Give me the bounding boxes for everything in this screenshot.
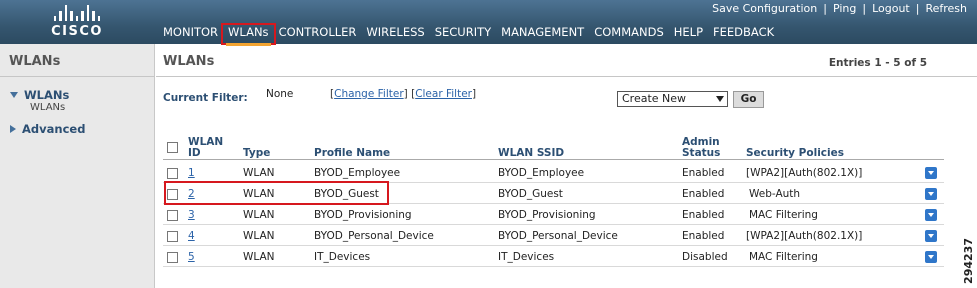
row-checkbox[interactable]	[167, 210, 178, 221]
row-dropdown-icon[interactable]	[925, 209, 937, 221]
divider	[0, 76, 155, 77]
row-checkbox[interactable]	[167, 252, 178, 263]
type-cell: WLAN	[243, 251, 275, 263]
main-nav: MONITOR WLANs CONTROLLER WIRELESS SECURI…	[158, 23, 779, 46]
profile-name-cell: BYOD_Personal_Device	[314, 230, 434, 242]
ssid-cell: BYOD_Personal_Device	[498, 230, 618, 242]
top-header-bar: CISCO Save Configuration | Ping | Logout…	[0, 0, 977, 46]
table-row: 5 WLAN IT_Devices IT_Devices Disabled MA…	[163, 247, 944, 267]
nav-wireless[interactable]: WIRELESS	[361, 25, 429, 43]
column-header-type: Type	[243, 147, 271, 159]
filter-links: [Change Filter] [Clear Filter]	[330, 88, 477, 100]
table-header-row: WLAN ID Type Profile Name WLAN SSID Admi…	[163, 136, 944, 160]
profile-name-cell: BYOD_Employee	[314, 167, 401, 179]
entries-count: Entries 1 - 5 of 5	[828, 57, 927, 69]
security-policies-cell: Web-Auth	[749, 188, 801, 200]
logout-link[interactable]: Logout	[866, 2, 916, 15]
type-cell: WLAN	[243, 209, 275, 221]
profile-name-cell: BYOD_Provisioning	[314, 209, 412, 221]
sidebar-title: WLANs	[9, 54, 61, 69]
column-header-security-policies: Security Policies	[746, 147, 844, 159]
profile-name-cell: IT_Devices	[314, 251, 371, 263]
ssid-cell: BYOD_Employee	[498, 167, 585, 179]
security-policies-cell: MAC Filtering	[749, 251, 818, 263]
table-row: 1 WLAN BYOD_Employee BYOD_Employee Enabl…	[163, 163, 944, 183]
main-content: WLANs Entries 1 - 5 of 5 Current Filter:…	[156, 44, 977, 288]
save-configuration-link[interactable]: Save Configuration	[706, 2, 823, 15]
go-button[interactable]: Go	[733, 91, 764, 108]
sidebar-subitem-wlans[interactable]: WLANs	[30, 102, 65, 113]
security-policies-cell: [WPA2][Auth(802.1X)]	[746, 167, 863, 179]
nav-monitor[interactable]: MONITOR	[158, 25, 223, 43]
nav-commands[interactable]: COMMANDS	[589, 25, 669, 43]
admin-status-cell: Enabled	[682, 188, 725, 200]
expand-triangle-icon	[10, 92, 18, 98]
column-header-wlan-ssid: WLAN SSID	[498, 147, 565, 159]
admin-status-cell: Enabled	[682, 230, 725, 242]
action-select[interactable]: Create New	[617, 91, 728, 107]
security-policies-cell: MAC Filtering	[749, 209, 818, 221]
ping-link[interactable]: Ping	[827, 2, 862, 15]
row-checkbox[interactable]	[167, 231, 178, 242]
nav-security[interactable]: SECURITY	[430, 25, 496, 43]
nav-wlans[interactable]: WLANs	[221, 23, 276, 46]
cisco-logo-bars-icon	[46, 5, 108, 21]
ssid-cell: BYOD_Provisioning	[498, 209, 596, 221]
ssid-cell: BYOD_Guest	[498, 188, 563, 200]
table-row: 3 WLAN BYOD_Provisioning BYOD_Provisioni…	[163, 205, 944, 225]
row-dropdown-icon[interactable]	[925, 167, 937, 179]
sidebar-item-label: WLANs	[24, 88, 70, 102]
nav-management[interactable]: MANAGEMENT	[496, 25, 589, 43]
nav-help[interactable]: HELP	[669, 25, 708, 43]
divider	[156, 76, 977, 77]
row-checkbox[interactable]	[167, 168, 178, 179]
ssid-cell: IT_Devices	[498, 251, 555, 263]
row-dropdown-icon[interactable]	[925, 188, 937, 200]
highlight-box	[164, 181, 389, 205]
sidebar-item-advanced[interactable]: Advanced	[10, 122, 85, 136]
admin-status-cell: Enabled	[682, 209, 725, 221]
admin-status-cell: Enabled	[682, 167, 725, 179]
column-header-profile-name: Profile Name	[314, 147, 391, 159]
nav-feedback[interactable]: FEEDBACK	[708, 25, 779, 43]
type-cell: WLAN	[243, 167, 275, 179]
wlan-id-link[interactable]: 1	[188, 167, 195, 179]
cisco-logo: CISCO	[46, 5, 108, 39]
utility-links: Save Configuration | Ping | Logout | Ref…	[706, 2, 973, 15]
refresh-link[interactable]: Refresh	[919, 2, 973, 15]
column-header-wlan-id: WLAN ID	[188, 136, 224, 159]
row-dropdown-icon[interactable]	[925, 251, 937, 263]
sidebar-item-label: Advanced	[22, 122, 86, 136]
column-header-admin-status: Admin Status	[682, 136, 721, 159]
figure-number: 294237	[962, 238, 975, 284]
collapse-triangle-icon	[10, 125, 16, 133]
cisco-logo-text: CISCO	[51, 24, 103, 39]
sidebar: WLANs WLANs WLANs Advanced	[0, 44, 155, 288]
change-filter-link[interactable]: Change Filter	[334, 88, 404, 100]
wlan-id-link[interactable]: 3	[188, 209, 195, 221]
chevron-down-icon	[716, 96, 724, 102]
sidebar-item-wlans[interactable]: WLANs	[10, 88, 69, 102]
admin-status-cell: Disabled	[682, 251, 728, 263]
action-select-value: Create New	[622, 92, 687, 105]
security-policies-cell: [WPA2][Auth(802.1X)]	[746, 230, 863, 242]
nav-controller[interactable]: CONTROLLER	[274, 25, 362, 43]
select-all-checkbox[interactable]	[167, 142, 178, 153]
table-row: 4 WLAN BYOD_Personal_Device BYOD_Persona…	[163, 226, 944, 246]
page-title: WLANs	[163, 54, 215, 69]
wlan-id-link[interactable]: 4	[188, 230, 195, 242]
row-dropdown-icon[interactable]	[925, 230, 937, 242]
current-filter-label: Current Filter:	[163, 92, 248, 104]
clear-filter-link[interactable]: Clear Filter	[415, 88, 472, 100]
wlan-id-link[interactable]: 5	[188, 251, 195, 263]
type-cell: WLAN	[243, 230, 275, 242]
current-filter-value: None	[266, 88, 294, 100]
